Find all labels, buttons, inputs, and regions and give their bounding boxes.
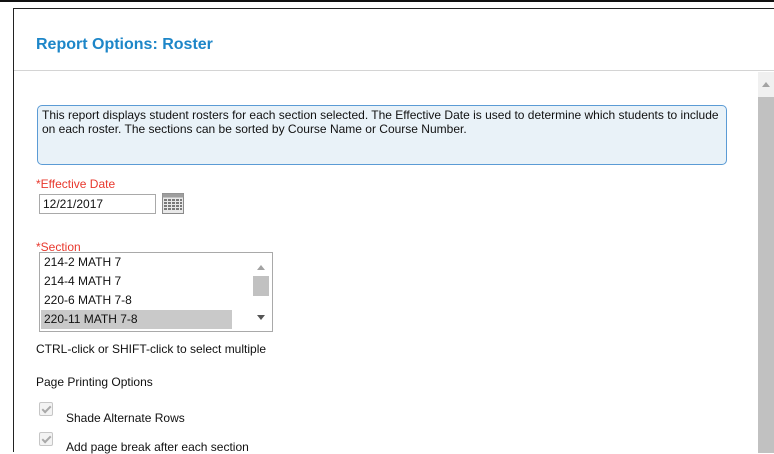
section-option[interactable]: 214-2 MATH 7	[41, 253, 232, 272]
section-listbox-scrollbar[interactable]	[250, 253, 272, 331]
shade-alternate-rows-checkbox[interactable]	[39, 402, 53, 416]
dialog-header: Report Options: Roster	[14, 9, 774, 71]
scroll-up-arrow-icon[interactable]	[257, 265, 265, 270]
scroll-thumb[interactable]	[758, 97, 774, 453]
scroll-thumb[interactable]	[253, 276, 269, 296]
section-option[interactable]: 220-6 MATH 7-8	[41, 291, 232, 310]
dialog-title: Report Options: Roster	[36, 36, 213, 53]
section-listbox[interactable]: 214-2 MATH 7 214-4 MATH 7 220-6 MATH 7-8…	[39, 252, 273, 332]
multi-select-hint: CTRL-click or SHIFT-click to select mult…	[36, 342, 267, 356]
report-options-dialog: Report Options: Roster This report displ…	[13, 8, 774, 454]
effective-date-label: *Effective Date	[36, 177, 116, 191]
calendar-icon[interactable]	[162, 193, 184, 214]
info-box: This report displays student rosters for…	[37, 105, 727, 165]
scroll-down-arrow-icon[interactable]	[257, 315, 265, 320]
page-printing-options-label: Page Printing Options	[36, 375, 153, 389]
shade-alternate-rows-label: Shade Alternate Rows	[66, 411, 185, 425]
dialog-scrollbar[interactable]	[758, 72, 774, 453]
effective-date-input[interactable]	[39, 194, 156, 214]
section-option-selected[interactable]: 220-11 MATH 7-8	[41, 310, 232, 329]
page-break-checkbox[interactable]	[39, 432, 53, 446]
dialog-content: This report displays student rosters for…	[14, 72, 758, 454]
section-option[interactable]: 214-4 MATH 7	[41, 272, 232, 291]
scroll-up-arrow-icon[interactable]	[762, 82, 770, 87]
window-top-border	[0, 0, 774, 2]
